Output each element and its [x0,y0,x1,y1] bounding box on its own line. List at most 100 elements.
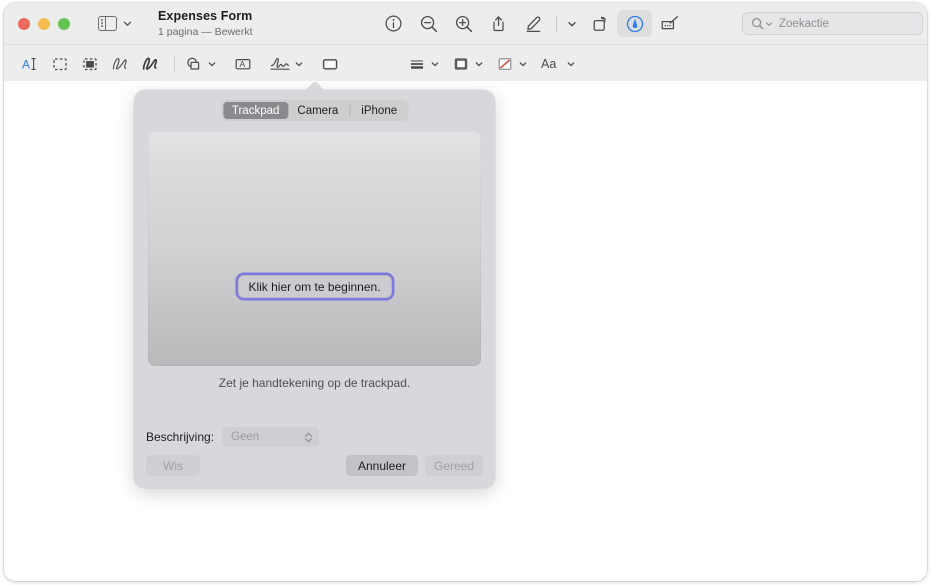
chevron-down-icon[interactable] [122,18,133,29]
share-icon [493,16,504,32]
draw-tool[interactable] [135,51,165,77]
info-circle-icon [385,15,402,32]
note-rectangle-icon [322,58,338,69]
instant-alpha-tool[interactable] [75,51,105,77]
popover-arrow [304,81,326,91]
chevron-down-icon [519,61,527,66]
share-button[interactable] [481,10,516,37]
text-style-chevron[interactable] [566,59,576,69]
highlight-button[interactable] [516,10,551,37]
minimize-button-icon[interactable] [38,17,50,30]
description-select[interactable]: Geen [222,427,320,447]
zoom-button-icon[interactable] [58,17,70,30]
sketch-squiggle-icon [112,57,127,69]
rectangular-selection-tool[interactable] [45,51,75,77]
border-color-square-icon [454,57,468,70]
chevron-down-icon [431,61,439,66]
chevron-down-icon [567,61,575,66]
line-weight-icon [411,60,423,69]
toolbar-actions [376,3,687,44]
text-selection-tool[interactable]: A [15,51,45,77]
document-subtitle: 1 pagina — Bewerkt [158,25,253,38]
sidebar-toggle-button[interactable] [98,16,133,31]
page-title: Expenses Form [158,9,253,24]
signature-capture-popover: Trackpad Camera iPhone Klik hier om te b… [134,90,495,488]
shape-style-tool[interactable] [407,51,440,77]
svg-text:Aa: Aa [541,57,556,71]
cancel-button[interactable]: Annuleer [346,455,418,476]
updown-chevron-icon [305,432,313,442]
svg-text:A: A [22,57,30,71]
svg-text:A: A [240,59,246,69]
fill-none-diagonal-icon [498,57,512,70]
tab-camera[interactable]: Camera [288,102,347,119]
description-value: Geen [231,431,260,443]
window-titlebar: Expenses Form 1 pagina — Bewerkt Zoekact… [4,3,927,44]
shapes-tool[interactable] [184,51,217,77]
text-style-tool[interactable]: Aa [539,51,576,77]
rotate-icon [593,16,606,31]
text-cursor-a-icon: A [22,57,36,71]
signature-pad-icon [661,15,678,29]
shapes-icon [187,57,200,70]
text-tool[interactable]: A [228,51,258,77]
text-box-a-icon: A [235,58,251,69]
highlight-options-button[interactable] [562,10,582,37]
note-tool[interactable] [315,51,345,77]
rotate-button[interactable] [582,10,617,37]
magnifier-plus-icon [455,15,472,32]
trackpad-capture-area[interactable]: Klik hier om te beginnen. [148,131,481,366]
description-label: Beschrijving: [146,430,215,444]
chevron-down-icon [568,21,576,26]
markup-pen-circle-icon [626,15,643,32]
font-aa-icon: Aa [541,57,556,71]
fill-color-tool[interactable] [495,51,528,77]
close-button-icon[interactable] [18,17,30,30]
tab-trackpad[interactable]: Trackpad [222,102,289,119]
signature-chevron[interactable] [294,59,304,69]
document-title-block: Expenses Form 1 pagina — Bewerkt [158,9,253,37]
filled-dashed-square-icon [83,57,97,70]
info-button[interactable] [376,10,411,37]
preview-window: Expenses Form 1 pagina — Bewerkt Zoekact… [4,3,927,581]
magnifier-minus-icon [420,15,437,32]
sketch-tool[interactable] [105,51,135,77]
clear-button[interactable]: Wis [146,455,200,476]
markup-button[interactable] [617,10,652,37]
markup-divider [174,55,175,72]
zoom-in-button[interactable] [446,10,481,37]
highlighter-pen-icon [526,16,541,33]
search-input[interactable]: Zoekactie [779,18,829,30]
shapes-chevron[interactable] [207,59,217,69]
signature-icon [270,57,290,70]
border-color-tool[interactable] [451,51,484,77]
description-row: Beschrijving: Geen [146,427,320,447]
fill-color-chevron[interactable] [518,59,528,69]
done-button[interactable]: Gereed [425,455,483,476]
border-color-chevron[interactable] [474,59,484,69]
tab-iphone[interactable]: iPhone [352,102,406,119]
search-icon [751,17,764,30]
trackpad-hint-text: Zet je handtekening op de trackpad. [218,376,411,390]
tab-divider [349,104,351,117]
chevron-down-icon[interactable] [765,20,773,28]
draw-squiggle-icon [142,57,158,70]
shape-style-chevron[interactable] [430,59,440,69]
markup-toolbar: A A Aa [4,44,927,82]
chevron-down-icon [475,61,483,66]
signature-toolbar-button[interactable] [652,10,687,37]
zoom-out-button[interactable] [411,10,446,37]
screenshot-root: Expenses Form 1 pagina — Bewerkt Zoekact… [0,0,931,585]
chevron-down-icon [295,61,303,66]
sidebar-icon [98,16,117,31]
chevron-down-icon [208,61,216,66]
dashed-rectangle-icon [53,57,67,70]
search-icon-group [751,17,773,30]
start-signature-button[interactable]: Klik hier om te beginnen. [237,275,392,298]
search-field[interactable]: Zoekactie [742,12,923,35]
signature-source-tabs: Trackpad Camera iPhone [220,100,409,121]
toolbar-divider [556,15,557,32]
signature-tool[interactable] [269,51,304,77]
traffic-light-controls [18,17,70,30]
popover-button-row: Wis Annuleer Gereed [134,455,495,477]
